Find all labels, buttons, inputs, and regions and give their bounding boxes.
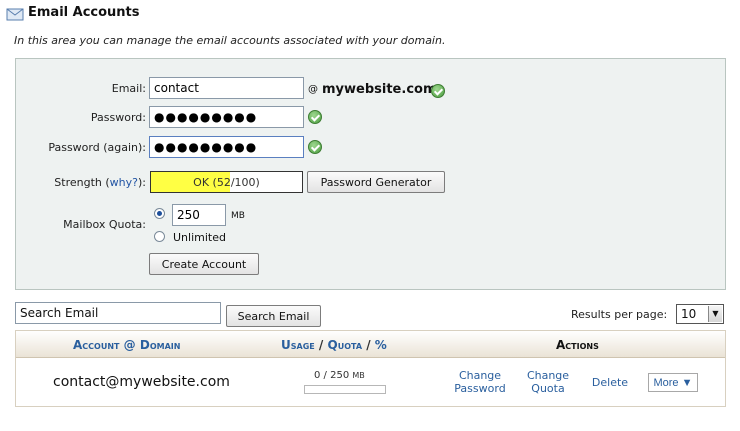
table-row-usage: 0 / 250 MB: [314, 370, 365, 381]
create-account-button[interactable]: Create Account: [149, 253, 259, 275]
quota-unlimited-label: Unlimited: [173, 231, 226, 244]
quota-unlimited-radio[interactable]: [154, 231, 165, 242]
page-title: Email Accounts: [28, 5, 140, 20]
more-button[interactable]: More ▼: [648, 373, 698, 392]
table-header: Account @ Domain Usage / Quota / % Actio…: [16, 331, 725, 358]
password-again-valid-check-icon: [308, 140, 322, 154]
email-valid-check-icon: [431, 84, 445, 98]
password-generator-button[interactable]: Password Generator: [307, 171, 445, 193]
sort-percent-link[interactable]: %: [375, 338, 387, 352]
change-quota-link[interactable]: Change Quota: [519, 369, 577, 395]
password-label: Password:: [90, 111, 146, 124]
search-email-button[interactable]: Search Email: [226, 305, 321, 327]
results-per-page-label: Results per page:: [571, 308, 668, 321]
password-field[interactable]: ●●●●●●●●●: [149, 106, 304, 128]
page-description: In this area you can manage the email ac…: [14, 34, 446, 47]
password-again-label: Password (again):: [48, 141, 146, 154]
at-sign: @: [308, 84, 318, 95]
delete-link[interactable]: Delete: [587, 376, 633, 389]
mailbox-quota-label: Mailbox Quota:: [63, 218, 146, 231]
column-actions: Actions: [556, 338, 599, 352]
strength-why-link[interactable]: why?: [110, 176, 138, 189]
quota-unit: MB: [231, 211, 245, 221]
change-password-link[interactable]: Change Password: [446, 369, 514, 395]
password-valid-check-icon: [308, 110, 322, 124]
usage-bar: [304, 385, 386, 394]
password-again-field[interactable]: ●●●●●●●●●: [149, 136, 304, 158]
sort-usage-link[interactable]: Usage: [281, 338, 315, 352]
results-per-page-select[interactable]: 10 ▼: [676, 304, 724, 324]
table-row-email: contact@mywebsite.com: [53, 374, 230, 390]
quota-value-radio[interactable]: [154, 208, 165, 219]
email-label: Email:: [111, 82, 146, 95]
envelope-icon: [6, 8, 24, 21]
column-usage-quota: Usage / Quota / %: [281, 338, 387, 352]
column-account-domain[interactable]: Account @ Domain: [73, 338, 180, 352]
strength-text: OK (52/100): [193, 176, 260, 189]
email-field[interactable]: contact: [149, 77, 304, 99]
chevron-down-icon[interactable]: ▼: [708, 306, 722, 322]
domain-label: mywebsite.com: [322, 82, 437, 97]
strength-label: Strength (why?):: [54, 176, 146, 189]
sort-domain-link[interactable]: Domain: [140, 338, 181, 352]
search-email-input[interactable]: Search Email: [15, 302, 221, 324]
sort-account-link[interactable]: Account: [73, 338, 119, 352]
results-per-page-value: 10: [681, 307, 697, 321]
accounts-table: Account @ Domain Usage / Quota / % Actio…: [15, 330, 726, 407]
strength-meter: OK (52/100): [150, 171, 303, 193]
quota-input[interactable]: 250: [172, 204, 226, 226]
sort-quota-link[interactable]: Quota: [328, 338, 363, 352]
